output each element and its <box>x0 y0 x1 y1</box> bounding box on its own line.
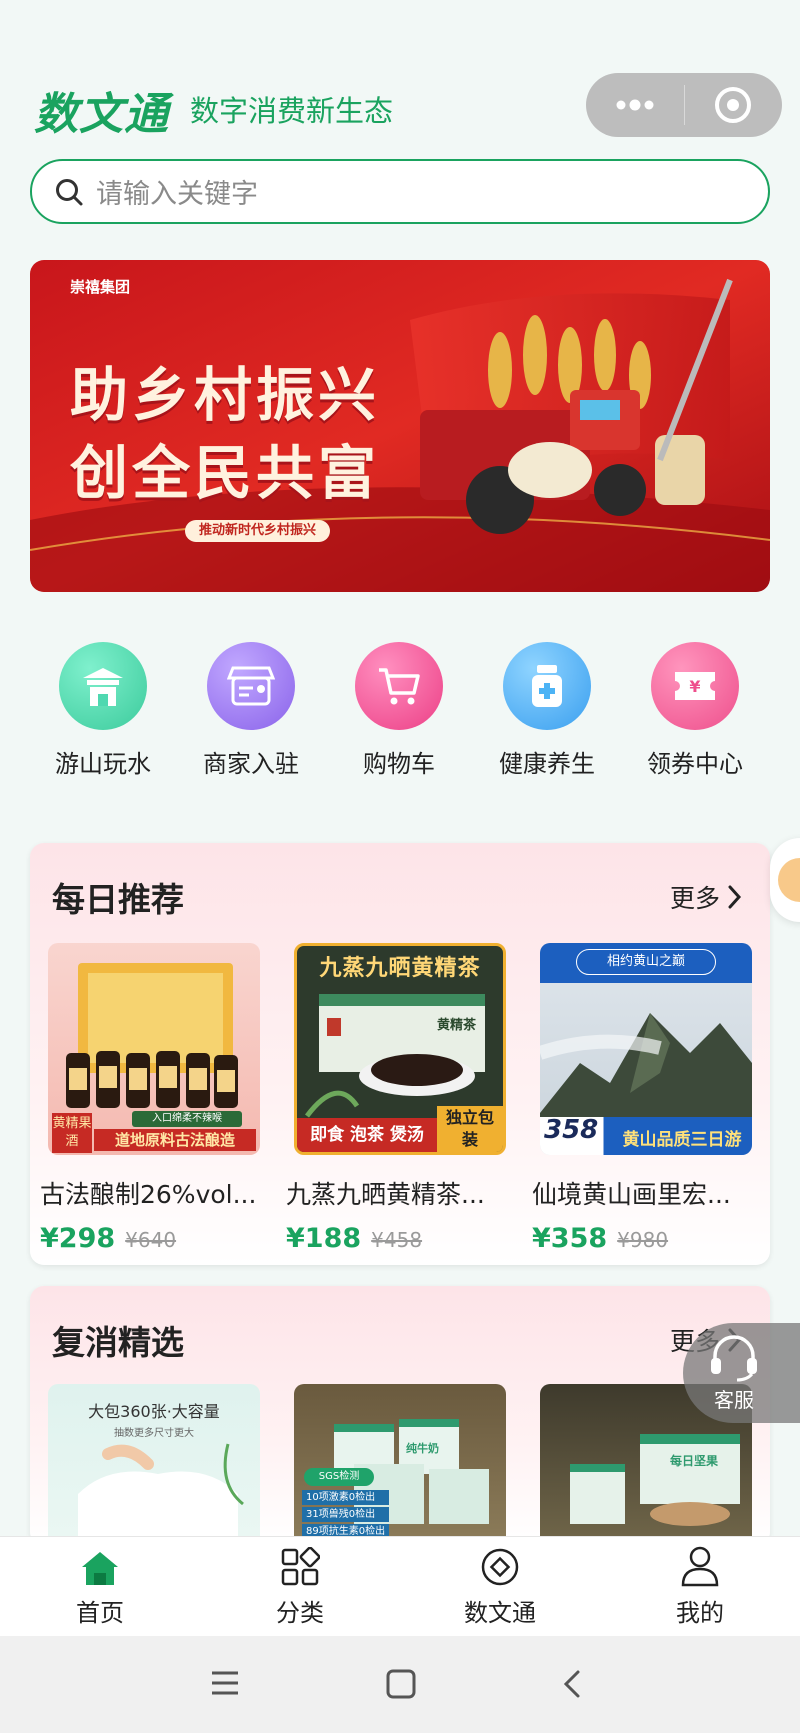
coupon-icon: ¥ <box>651 642 739 730</box>
product-caption: 道地原料古法酿造 <box>94 1129 256 1151</box>
close-mini-program-button[interactable] <box>685 73 783 137</box>
status-bar <box>0 0 800 66</box>
tab-label: 首页 <box>76 1599 124 1627</box>
floating-edge-button[interactable] <box>770 838 800 922</box>
headset-icon <box>711 1334 757 1381</box>
product-card[interactable]: 大包360张·大容量 抽数更多尺寸更大 <box>48 1384 260 1536</box>
banner-company: 崇禧集团 <box>70 278 131 296</box>
product-stamp: 入口绵柔不辣喉 <box>132 1111 242 1127</box>
product-side-text: 独立包装 <box>437 1106 503 1152</box>
brand-slogan: 数字消费新生态 <box>190 94 394 128</box>
quick-nav-label: 健康养生 <box>499 750 595 778</box>
menu-icon[interactable] <box>210 1669 240 1701</box>
product-badge: 黄精果酒 <box>52 1113 92 1153</box>
quick-nav-item-merchant[interactable]: 商家入驻 <box>178 642 324 779</box>
product-name: 仙境黄山画里宏... <box>532 1180 731 1209</box>
section-title: 每日推荐 <box>52 880 184 919</box>
home-square-icon[interactable] <box>386 1669 416 1703</box>
search-icon <box>56 178 83 205</box>
tab-home[interactable]: 首页 <box>0 1537 200 1637</box>
tab-mine[interactable]: 我的 <box>600 1537 800 1637</box>
product-image: 纯牛奶 SGS检测 10项激素0检出 31项兽残0检出 89项抗生素0检出 <box>294 1384 506 1536</box>
more-options-button[interactable] <box>586 73 684 137</box>
banner-tagline: 推动新时代乡村振兴 <box>185 520 331 542</box>
product-original-price: ¥640 <box>125 1228 177 1252</box>
arrow-up-icon <box>778 858 800 902</box>
search-placeholder: 请输入关键字 <box>96 179 258 210</box>
product-line: 89项抗生素0检出 <box>302 1524 390 1536</box>
product-image: 大包360张·大容量 抽数更多尺寸更大 <box>48 1384 260 1536</box>
product-card[interactable]: 纯牛奶 SGS检测 10项激素0检出 31项兽残0检出 89项抗生素0检出 <box>294 1384 506 1536</box>
product-image: 黄精果酒 道地原料古法酿造 入口绵柔不辣喉 <box>48 943 260 1155</box>
system-navigation-bar <box>0 1636 800 1733</box>
back-icon[interactable] <box>562 1669 582 1703</box>
category-icon <box>281 1547 320 1586</box>
promo-banner[interactable]: 崇禧集团 助乡村振兴 创全民共富 推动新时代乡村振兴 <box>30 260 770 592</box>
product-box-text: 纯牛奶 <box>406 1442 439 1455</box>
mini-program-capsule <box>586 73 782 137</box>
product-line: 10项激素0检出 <box>302 1490 390 1505</box>
quick-nav-label: 游山玩水 <box>55 750 151 778</box>
tab-label: 数文通 <box>464 1599 536 1627</box>
section-title: 复消精选 <box>52 1323 184 1362</box>
cart-icon <box>355 642 443 730</box>
quick-nav-item-health[interactable]: 健康养生 <box>474 642 620 779</box>
quick-nav-label: 商家入驻 <box>203 750 299 778</box>
product-line: 31项兽残0检出 <box>302 1507 390 1522</box>
quick-nav-label: 购物车 <box>363 750 435 778</box>
repurchase-section: 复消精选 更多 大包360张·大容量 抽数更多尺寸更大 纯牛奶 SGS检测 <box>30 1286 770 1546</box>
product-number: 358 <box>544 1115 599 1145</box>
more-dots-icon <box>616 99 654 111</box>
product-box-text: 每日坚果 <box>670 1454 719 1468</box>
svg-text:¥: ¥ <box>689 677 700 696</box>
home-icon <box>82 1552 118 1585</box>
customer-service-label: 客服 <box>714 1387 754 1412</box>
product-card[interactable]: 黄精果酒 道地原料古法酿造 入口绵柔不辣喉 古法酿制26%vol... ¥298… <box>40 943 260 1254</box>
product-card[interactable]: 九蒸九晒黄精茶 黄精茶 即食 泡茶 煲汤 独立包装 九蒸九晒黄精茶... ¥18… <box>286 943 506 1254</box>
product-price: ¥358 <box>532 1223 608 1254</box>
tab-label: 我的 <box>676 1599 724 1627</box>
banner-headline-1: 助乡村振兴 <box>70 361 381 429</box>
quick-nav-label: 领券中心 <box>647 750 743 778</box>
banner-headline-2: 创全民共富 <box>70 439 381 507</box>
quick-nav-item-cart[interactable]: 购物车 <box>326 642 472 779</box>
quick-nav-item-travel[interactable]: 游山玩水 <box>30 642 176 779</box>
product-name: 九蒸九晒黄精茶... <box>286 1180 485 1209</box>
product-price: ¥188 <box>286 1223 362 1254</box>
product-original-price: ¥458 <box>371 1228 423 1252</box>
product-name: 古法酿制26%vol... <box>40 1180 257 1209</box>
temple-icon <box>59 642 147 730</box>
bottom-tab-bar: 首页 分类 数文通 我的 <box>0 1536 800 1636</box>
product-box-text: 黄精茶 <box>437 1018 477 1033</box>
search-bar[interactable]: 请输入关键字 <box>30 159 770 224</box>
product-caption: 即食 泡茶 煲汤 <box>297 1118 437 1152</box>
tab-category[interactable]: 分类 <box>200 1537 400 1637</box>
customer-service-button[interactable]: 客服 <box>683 1323 800 1423</box>
product-lines: 10项激素0检出 31项兽残0检出 89项抗生素0检出 <box>302 1490 390 1536</box>
chevron-right-icon <box>728 885 742 909</box>
user-icon <box>681 1546 719 1587</box>
target-icon <box>715 87 752 123</box>
medicine-bottle-icon <box>503 642 591 730</box>
product-image: 九蒸九晒黄精茶 黄精茶 即食 泡茶 煲汤 独立包装 <box>294 943 506 1155</box>
store-icon <box>207 642 295 730</box>
tab-label: 分类 <box>276 1599 324 1627</box>
product-price: ¥298 <box>40 1223 116 1254</box>
product-caption: 黄山品质三日游 <box>622 1130 742 1150</box>
tab-shuwentong[interactable]: 数文通 <box>400 1537 600 1637</box>
product-original-price: ¥980 <box>617 1228 669 1252</box>
product-card[interactable]: 相约黄山之巅 358 黄山品质三日游 仙境黄山画里宏... ¥358 ¥980 <box>532 943 752 1254</box>
product-tag: SGS检测 <box>304 1468 374 1486</box>
coin-icon <box>481 1548 519 1586</box>
more-label: 更多 <box>669 884 720 913</box>
quick-nav-item-coupon[interactable]: ¥ 领券中心 <box>622 642 768 779</box>
brand-logo: 数文通 <box>34 89 169 140</box>
product-image: 相约黄山之巅 358 黄山品质三日游 <box>540 943 752 1155</box>
more-link[interactable]: 更多 <box>670 879 744 915</box>
daily-recommend-section: 每日推荐 更多 黄精果酒 道地原料古法酿造 入口绵柔不辣喉 古法酿制26%vol… <box>30 843 770 1265</box>
